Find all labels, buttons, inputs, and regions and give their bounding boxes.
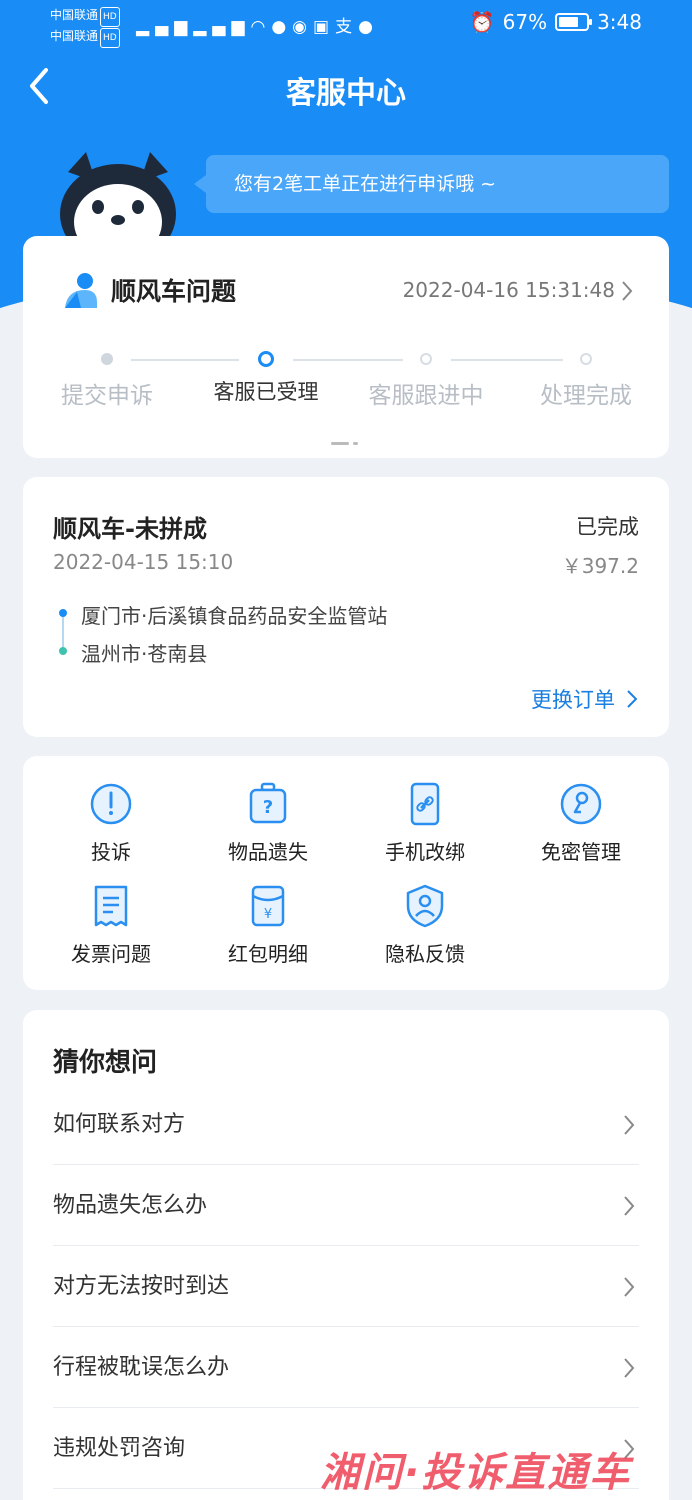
progress-steps: 提交申诉 客服已受理 客服跟进中 处理完成	[23, 348, 669, 409]
faq-question: 行程被耽误怎么办	[53, 1355, 230, 1380]
step-connector	[451, 359, 563, 361]
carrier-info: 中国联通 HD 中国联通 HD	[50, 6, 120, 48]
step-dot-done	[101, 353, 113, 365]
route-end-dot	[59, 647, 67, 655]
hd-badge: HD	[100, 7, 120, 27]
service-complaint[interactable]: 投诉	[33, 782, 189, 882]
service-label: 物品遗失	[228, 840, 308, 864]
step-dot-current	[258, 351, 274, 367]
wechat-icon: ●	[358, 17, 379, 37]
carrier-name-2: 中国联通	[50, 29, 99, 43]
invoice-icon	[94, 885, 128, 927]
service-label: 投诉	[91, 840, 131, 864]
service-phone-rebind[interactable]: 手机改绑	[347, 782, 503, 882]
alipay-icon: 支	[335, 17, 359, 37]
chevron-right-icon	[624, 1358, 635, 1378]
hd-badge: HD	[100, 28, 120, 48]
step-connector	[131, 359, 239, 361]
service-label: 发票问题	[71, 942, 151, 966]
key-icon	[560, 783, 602, 825]
suitcase-question-icon: ?	[249, 782, 287, 824]
service-privacy-feedback[interactable]: 隐私反馈	[347, 884, 503, 984]
step-label: 客服跟进中	[368, 383, 484, 409]
watermark: 湘问·投诉直通车	[320, 1450, 632, 1496]
alarm-icon: ⏰	[469, 10, 495, 34]
chevron-right-icon	[627, 690, 637, 708]
carrier-name-1: 中国联通	[50, 8, 99, 22]
change-order-label: 更换订单	[531, 688, 615, 712]
step-dot-todo	[580, 353, 592, 365]
order-price: ￥397.2	[561, 554, 639, 578]
service-label: 隐私反馈	[385, 942, 465, 966]
order-card[interactable]: 顺风车-未拼成 已完成 2022-04-15 15:10 ￥397.2 厦门市·…	[23, 477, 669, 737]
page-title: 客服中心	[286, 76, 406, 111]
user-category-icon	[65, 273, 97, 308]
step-label: 提交申诉	[61, 383, 153, 409]
faq-item[interactable]: 对方无法按时到达	[53, 1246, 639, 1327]
step-dot-todo	[420, 353, 432, 365]
route-start-dot	[59, 609, 67, 617]
exclamation-icon	[90, 783, 132, 825]
chevron-right-icon	[624, 1277, 635, 1297]
step-label: 处理完成	[540, 383, 632, 409]
step-label-current: 客服已受理	[213, 380, 319, 404]
faq-title: 猜你想问	[53, 1048, 158, 1078]
status-right: ⏰ 67% 3:48	[470, 10, 642, 34]
complaint-category: 顺风车问题	[111, 277, 237, 306]
notice-bubble[interactable]: 您有2笔工单正在进行申诉哦 ~	[194, 155, 669, 213]
svg-text:¥: ¥	[264, 907, 272, 922]
route-line	[62, 615, 64, 651]
svg-text:?: ?	[263, 797, 273, 818]
chevron-right-icon	[624, 1115, 635, 1135]
route-from: 厦门市·后溪镇食品药品安全监管站	[81, 604, 388, 628]
battery-percent: 67%	[502, 10, 548, 34]
bus-icon: ▣	[313, 17, 336, 37]
faq-item[interactable]: 如何联系对方	[53, 1084, 639, 1165]
page-indicator	[331, 433, 362, 452]
step-connector	[293, 359, 403, 361]
chevron-right-icon	[622, 281, 633, 301]
service-label: 免密管理	[541, 840, 621, 864]
faq-question: 物品遗失怎么办	[53, 1193, 208, 1218]
search-app-icon: ◉	[292, 17, 313, 37]
battery-icon	[555, 13, 593, 31]
faq-question: 对方无法按时到达	[53, 1274, 230, 1299]
faq-question: 违规处罚咨询	[53, 1436, 186, 1461]
faq-item[interactable]: 行程被耽误怎么办	[53, 1327, 639, 1408]
red-envelope-icon: ¥	[251, 885, 285, 927]
order-status: 已完成	[576, 515, 639, 539]
faq-item[interactable]: 物品遗失怎么办	[53, 1165, 639, 1246]
wechat-icon: ●	[271, 17, 293, 37]
faq-question: 如何联系对方	[53, 1112, 186, 1137]
status-icons: ▂▄▆▂▄▆◠●◉▣支●	[136, 12, 379, 37]
service-invoice[interactable]: 发票问题	[33, 884, 189, 984]
complaint-time: 2022-04-16 15:31:48	[402, 278, 615, 302]
service-lost-item[interactable]: ? 物品遗失	[190, 782, 346, 882]
status-bar: 中国联通 HD 中国联通 HD ▂▄▆▂▄▆◠●◉▣支● ⏰ 67% 3:48	[0, 0, 692, 48]
nav-bar: 客服中心	[0, 58, 692, 118]
wifi-icon: ◠	[250, 17, 272, 37]
signal-icon: ▂▄▆	[193, 17, 251, 37]
service-label: 红包明细	[228, 942, 308, 966]
service-label: 手机改绑	[385, 840, 465, 864]
order-title: 顺风车-未拼成	[53, 515, 207, 543]
change-order-button[interactable]: 更换订单	[531, 684, 637, 714]
order-date: 2022-04-15 15:10	[53, 550, 234, 574]
signal-icon: ▂▄▆	[136, 17, 194, 37]
clock-time: 3:48	[597, 10, 642, 34]
service-password-free[interactable]: 免密管理	[503, 782, 659, 882]
chevron-right-icon	[624, 1196, 635, 1216]
husky-mascot-icon	[56, 152, 180, 242]
route-to: 温州市·苍南县	[81, 642, 208, 666]
service-red-envelope[interactable]: ¥ 红包明细	[190, 884, 346, 984]
phone-link-icon	[410, 782, 440, 826]
complaint-card[interactable]: 顺风车问题 2022-04-16 15:31:48 提交申诉 客服已受理 客服跟…	[23, 236, 669, 458]
services-grid: 投诉 ? 物品遗失 手机改绑 免密管理 发票问题 ¥ 红包明细 隐私反馈	[23, 756, 669, 990]
privacy-shield-icon	[406, 884, 444, 928]
faq-card: 猜你想问 如何联系对方 物品遗失怎么办 对方无法按时到达 行程被耽误怎么办 违规…	[23, 1010, 669, 1500]
